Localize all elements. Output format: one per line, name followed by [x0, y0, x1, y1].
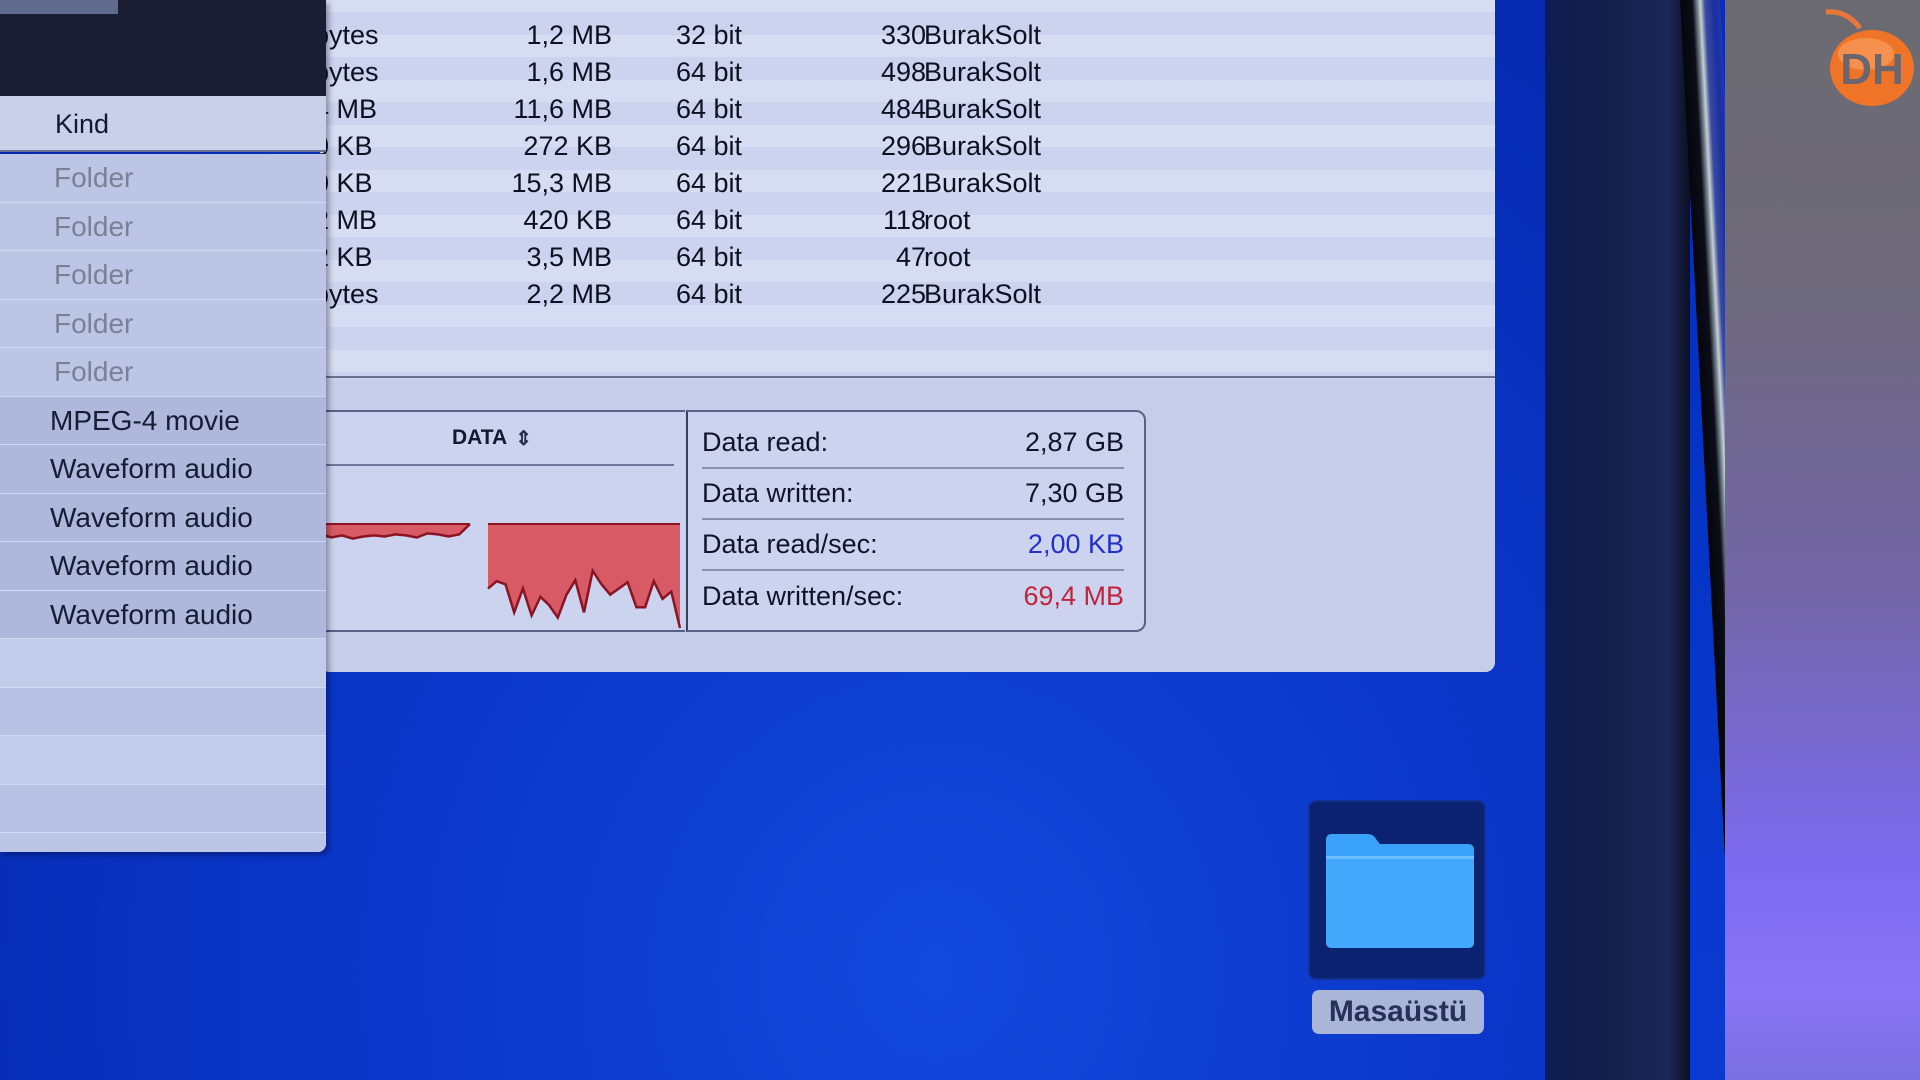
- kind-empty-row: [0, 639, 326, 688]
- table-row[interactable]: bytes 1,2 MB 32 bit 330 BurakSolt: [320, 17, 1495, 54]
- cell-memory: 1,2 MB: [526, 20, 612, 50]
- table-row[interactable]: 0 KB 15,3 MB 64 bit 221BurakSolt: [320, 165, 1495, 202]
- watermark-logo-icon: DH: [1825, 9, 1914, 106]
- cell-user: BurakSolt: [924, 279, 1042, 309]
- cell-threads: 330: [880, 20, 926, 50]
- cell-threads: 296: [880, 131, 926, 161]
- cell-architecture: 32 bit: [676, 20, 743, 50]
- stat-value: 2,87 GB: [1024, 427, 1124, 457]
- disk-stats-box: Data read: 2,87 GB Data written: 7,30 GB Dat…: [686, 410, 1146, 632]
- room-background: [1725, 0, 1920, 1080]
- process-table: bytes 1,2 MB 32 bit 330 BurakSolt bytes 1,6 MB…: [320, 0, 1495, 378]
- cell-threads: 47: [895, 242, 926, 272]
- table-row[interactable]: bytes 2,2 MB 64 bit 225 BurakSolt: [320, 276, 1495, 313]
- cell-user: BurakSolt: [924, 168, 1042, 198]
- cell-memory: 420 KB: [523, 205, 612, 235]
- cell-user: BurakSolt: [924, 57, 1042, 87]
- table-row[interactable]: bytes 1,6 MB 64 bit 498 BurakSolt: [320, 54, 1495, 91]
- kind-list: Folder Folder Folder Folder Folder MPEG-4 mov…: [0, 154, 326, 852]
- stat-value: 69,4 MB: [1023, 581, 1124, 611]
- kind-column-header[interactable]: Kind: [0, 96, 326, 152]
- table-row[interactable]: 0 KB 272 KB 64 bit 296BurakSolt: [320, 128, 1495, 165]
- stat-row: Data written/sec: 69,4 MB: [702, 571, 1124, 622]
- cell-threads: 221: [880, 168, 926, 198]
- kind-list-item[interactable]: Folder: [0, 348, 326, 397]
- cell-memory: 272 KB: [523, 131, 612, 161]
- cell-user: BurakSolt: [924, 94, 1042, 124]
- cell-architecture: 64 bit: [676, 242, 743, 272]
- watermark-text: DH: [1840, 45, 1904, 94]
- cell-user: BurakSolt: [924, 20, 1042, 50]
- kind-empty-row: [0, 784, 326, 833]
- cell-threads: 118: [882, 205, 926, 235]
- cell-size: bytes: [320, 57, 379, 87]
- table-row[interactable]: 2 KB 3,5 MB 64 bit 47root: [320, 239, 1495, 276]
- cell-memory: 1,6 MB: [526, 57, 612, 87]
- stat-label: Data read:: [702, 427, 829, 457]
- desktop-folder-label[interactable]: Masaüstü: [1312, 990, 1484, 1034]
- kind-list-item[interactable]: Waveform audio: [0, 445, 326, 494]
- stat-row: Data read/sec: 2,00 KB: [702, 520, 1124, 571]
- cell-user: root: [924, 242, 971, 272]
- disk-activity-graph: DATA ⇕: [320, 410, 685, 632]
- stat-label: Data written:: [702, 478, 854, 508]
- cell-size: 2 KB: [320, 242, 373, 272]
- graph-type-selector[interactable]: DATA ⇕: [320, 412, 674, 466]
- table-row[interactable]: 4 MB 11,6 MB 64 bit 484 BurakSolt: [320, 91, 1495, 128]
- cell-architecture: 64 bit: [676, 131, 743, 161]
- up-down-chevron-icon: ⇕: [515, 427, 532, 450]
- stat-label: Data written/sec:: [702, 581, 904, 611]
- disk-stats-panel: DATA ⇕ Data read: 2,87 GB Data written: 7,3…: [320, 380, 1495, 672]
- monitor-bezel: [1545, 0, 1690, 1080]
- disk-io-chart: [320, 523, 682, 629]
- cell-user: BurakSolt: [924, 131, 1042, 161]
- cell-size: 4 MB: [320, 94, 378, 124]
- cell-memory: 3,5 MB: [526, 242, 612, 272]
- kind-list-item[interactable]: Folder: [0, 251, 326, 300]
- cell-architecture: 64 bit: [676, 168, 743, 198]
- kind-empty-row: [0, 687, 326, 736]
- toolbar-dark-region: [0, 0, 326, 96]
- kind-list-item[interactable]: Waveform audio: [0, 493, 326, 542]
- stat-row: Data read: 2,87 GB: [702, 418, 1124, 469]
- cell-threads: 225: [880, 279, 926, 309]
- cell-memory: 2,2 MB: [526, 279, 612, 309]
- cell-user: root: [924, 205, 971, 235]
- cell-architecture: 64 bit: [676, 57, 743, 87]
- folder-icon: [1326, 834, 1474, 948]
- graph-type-label: DATA: [452, 426, 508, 449]
- kind-column-panel: Kind Folder Folder Folder Folder Folder MPEG-…: [0, 0, 326, 852]
- toolbar-tab[interactable]: [0, 0, 118, 14]
- cell-memory: 11,6 MB: [513, 94, 612, 124]
- stat-row: Data written: 7,30 GB: [702, 469, 1124, 520]
- cell-threads: 498: [880, 57, 926, 87]
- kind-list-item[interactable]: Folder: [0, 154, 326, 203]
- stat-value: 2,00 KB: [1027, 529, 1124, 559]
- cell-size: 0 KB: [320, 168, 373, 198]
- kind-list-item[interactable]: Folder: [0, 300, 326, 348]
- cell-architecture: 64 bit: [676, 279, 743, 309]
- cell-size: bytes: [320, 20, 379, 50]
- kind-list-item[interactable]: Waveform audio: [0, 590, 326, 639]
- kind-list-item[interactable]: MPEG-4 movie: [0, 396, 326, 445]
- cell-size: bytes: [320, 279, 379, 309]
- cell-memory: 15,3 MB: [511, 168, 612, 198]
- desktop-folder[interactable]: [1308, 800, 1486, 980]
- stat-value: 7,30 GB: [1024, 478, 1124, 508]
- stat-label: Data read/sec:: [702, 529, 878, 559]
- kind-empty-row: [0, 736, 326, 785]
- kind-list-item[interactable]: Waveform audio: [0, 542, 326, 591]
- activity-monitor-window: bytes 1,2 MB 32 bit 330 BurakSolt bytes 1,6 MB…: [320, 0, 1495, 672]
- kind-list-item[interactable]: Folder: [0, 203, 326, 251]
- cell-architecture: 64 bit: [676, 94, 743, 124]
- cell-size: 2 MB: [320, 205, 378, 235]
- cell-threads: 484: [880, 94, 926, 124]
- cell-architecture: 64 bit: [676, 205, 743, 235]
- table-row[interactable]: 2 MB 420 KB 64 bit 118 root: [320, 202, 1495, 239]
- cell-size: 0 KB: [320, 131, 373, 161]
